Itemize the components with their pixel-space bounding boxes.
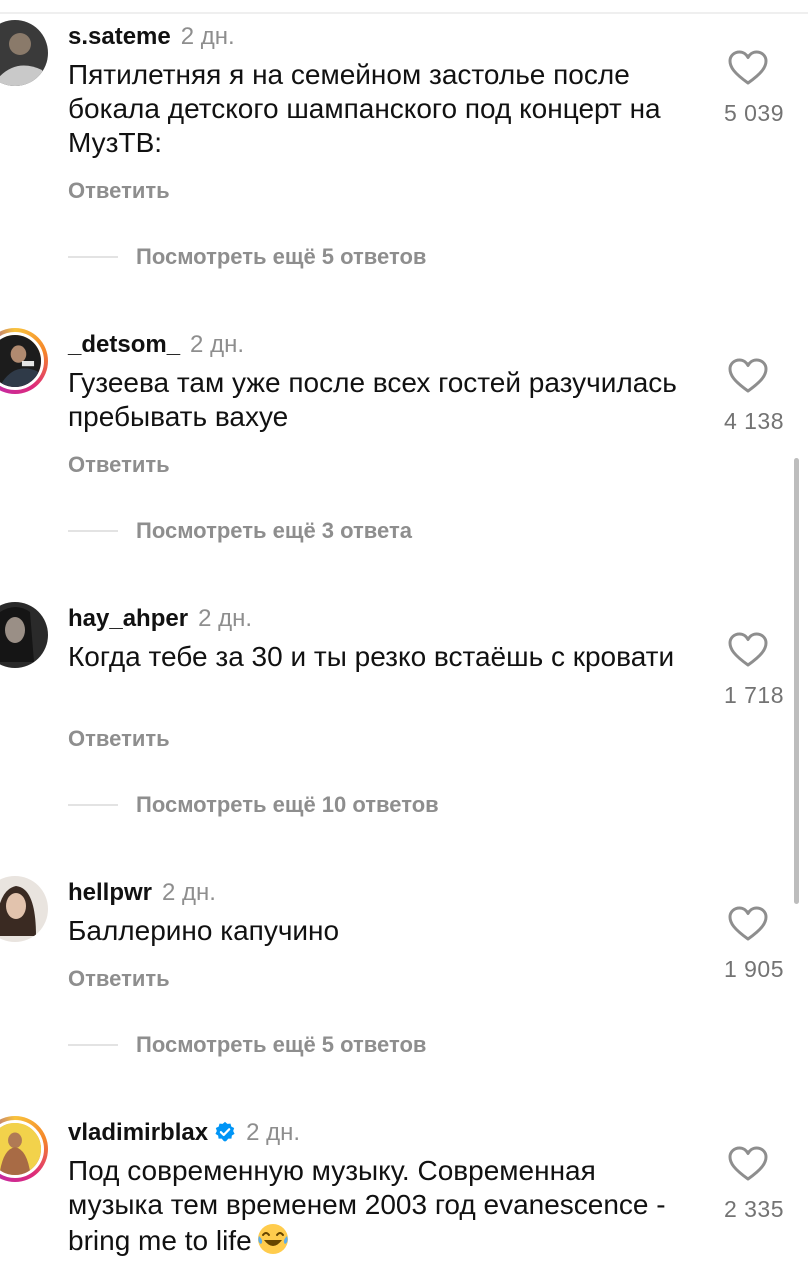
comment-time: 2 дн. <box>246 1119 301 1146</box>
like-count: 1 718 <box>723 682 784 708</box>
comment-text: Гузеева там уже после всех гостей разучи… <box>68 367 677 432</box>
avatar[interactable] <box>0 20 48 86</box>
comment-text-body: Под современную музыку. Современная музы… <box>68 1155 666 1256</box>
like-count: 5 039 <box>723 100 784 126</box>
view-more-replies[interactable]: Посмотреть ещё 3 ответа <box>68 516 668 546</box>
view-more-replies[interactable]: Посмотреть ещё 5 ответов <box>68 242 668 272</box>
comment-header: hay_ahper 2 дн. <box>68 604 252 634</box>
view-more-replies[interactable]: Посмотреть ещё 5 ответов <box>68 1030 668 1060</box>
comment-item: s.sateme 2 дн. Пятилетняя я на семейном з… <box>0 20 808 280</box>
reply-button[interactable]: Ответить <box>68 966 170 992</box>
reply-button[interactable]: Ответить <box>68 178 170 204</box>
replies-divider <box>68 804 118 806</box>
view-more-replies-label[interactable]: Посмотреть ещё 5 ответов <box>136 242 426 272</box>
view-more-replies-label[interactable]: Посмотреть ещё 10 ответов <box>136 790 439 820</box>
avatar-image <box>0 332 44 390</box>
username[interactable]: vladimirblax <box>68 1119 208 1146</box>
avatar[interactable] <box>0 1116 48 1182</box>
heart-outline-icon[interactable] <box>728 50 768 86</box>
avatar-image <box>0 1120 44 1178</box>
reply-button[interactable]: Ответить <box>68 726 170 752</box>
comment-header: _detsom_ 2 дн. <box>68 330 244 360</box>
replies-divider <box>68 1044 118 1046</box>
comment-time: 2 дн. <box>162 879 216 906</box>
view-more-replies[interactable]: Посмотреть ещё 10 ответов <box>68 790 668 820</box>
comment-item: vladimirblax 2 дн. Под современную музыку… <box>0 1116 808 1280</box>
heart-outline-icon[interactable] <box>728 632 768 668</box>
like-count: 4 138 <box>723 408 784 434</box>
username[interactable]: hellpwr <box>68 879 152 906</box>
avatar[interactable] <box>0 602 48 668</box>
comment-text: Баллерино капучино <box>68 915 340 946</box>
comment-item: _detsom_ 2 дн. Гузеева там уже после всех… <box>0 328 808 568</box>
comment-header: vladimirblax 2 дн. <box>68 1118 300 1148</box>
comment-header: hellpwr 2 дн. <box>68 878 216 908</box>
username[interactable]: s.sateme <box>68 23 171 50</box>
comment-header: s.sateme 2 дн. <box>68 22 235 52</box>
top-divider <box>0 0 808 14</box>
tears-of-joy-emoji <box>256 1222 290 1256</box>
username[interactable]: hay_ahper <box>68 605 188 632</box>
view-more-replies-label[interactable]: Посмотреть ещё 5 ответов <box>136 1030 426 1060</box>
view-more-replies-label[interactable]: Посмотреть ещё 3 ответа <box>136 516 412 546</box>
reply-button[interactable]: Ответить <box>68 452 170 478</box>
comment-time: 2 дн. <box>180 23 235 50</box>
comment-text: Под современную музыку. Современная музы… <box>68 1154 696 1258</box>
replies-divider <box>68 256 118 258</box>
avatar[interactable] <box>0 876 48 942</box>
heart-outline-icon[interactable] <box>728 1146 768 1182</box>
like-count: 1 905 <box>723 956 784 982</box>
comment-item: hay_ahper 2 дн. Когда тебе за 30 и ты рез… <box>0 602 808 842</box>
comments-screen: s.sateme 2 дн. Пятилетняя я на семейном з… <box>0 0 808 1280</box>
heart-outline-icon[interactable] <box>728 906 768 942</box>
replies-divider <box>68 530 118 532</box>
username[interactable]: _detsom_ <box>68 331 180 358</box>
comment-time: 2 дн. <box>190 331 244 358</box>
comment-time: 2 дн. <box>198 605 253 632</box>
verified-badge-icon <box>214 1121 236 1143</box>
comment-text: Когда тебе за 30 и ты резко встаёшь с кр… <box>68 641 675 672</box>
heart-outline-icon[interactable] <box>728 358 768 394</box>
comment-text: Пятилетняя я на семейном застолье после … <box>68 59 661 158</box>
avatar[interactable] <box>0 328 48 394</box>
like-count: 2 335 <box>723 1196 784 1222</box>
comment-item: hellpwr 2 дн. Баллерино капучино Ответить… <box>0 876 808 1086</box>
scrollbar[interactable] <box>794 458 799 904</box>
